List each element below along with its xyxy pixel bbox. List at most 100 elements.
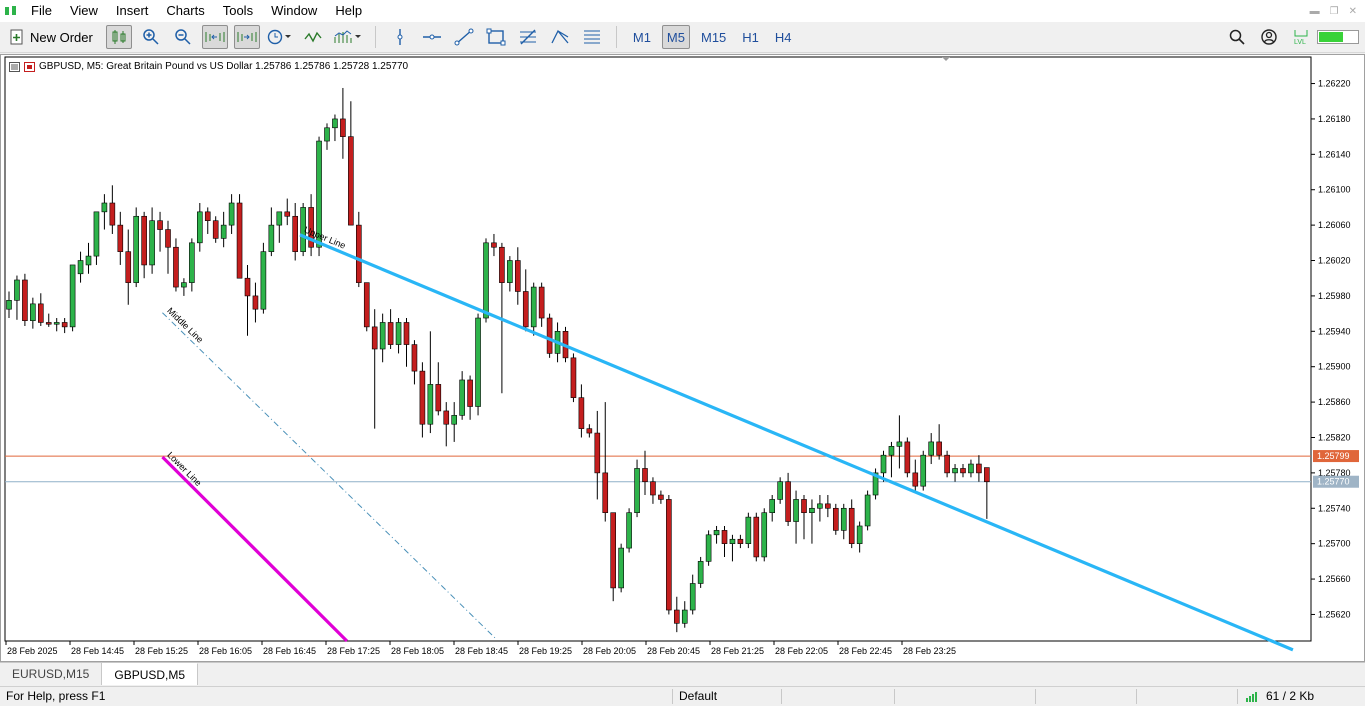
candle-body [268, 224, 275, 252]
vertical-line-icon [397, 29, 403, 45]
zoom-in-button[interactable] [138, 25, 164, 49]
price-chart[interactable]: 1.26220 1.26180 1.26140 1.26100 1.26060 1.260… [1, 55, 1364, 661]
timeframe-h1[interactable]: H1 [737, 25, 764, 49]
candle-body [594, 432, 601, 474]
candlestick-chart-button[interactable] [105, 25, 132, 49]
signal-level-button[interactable]: LVL [1288, 25, 1314, 49]
periodicity-button[interactable] [266, 25, 294, 49]
candle-body [85, 255, 92, 266]
menu-insert[interactable]: Insert [107, 0, 158, 22]
candle-body [459, 379, 465, 416]
zoom-out-button[interactable] [170, 25, 196, 49]
candle-body [642, 468, 648, 483]
candle-body [840, 507, 847, 531]
x-tick-label: 28 Feb 20:05 [583, 646, 636, 656]
menu-tools[interactable]: Tools [214, 0, 262, 22]
timeframe-h4[interactable]: H4 [770, 25, 797, 49]
menu-help[interactable]: Help [326, 0, 371, 22]
candle-body [745, 516, 752, 544]
chart-menu-icon[interactable] [9, 61, 20, 72]
fibonacci-tool[interactable] [515, 25, 541, 49]
toolbar-separator [615, 26, 617, 48]
candle-body [77, 260, 84, 275]
candle-body [355, 224, 362, 283]
candle-body [658, 494, 664, 500]
auto-scroll-button[interactable] [201, 25, 228, 49]
candle-body [721, 530, 728, 544]
chart-templates-button[interactable] [332, 25, 364, 49]
pitchfork-tool[interactable] [547, 25, 573, 49]
candle-body [284, 211, 291, 217]
new-order-icon [10, 29, 23, 45]
candle-body [204, 211, 211, 221]
bid-price-tag: 1.25799 [1317, 451, 1350, 461]
chart-shift-icon [237, 32, 257, 42]
status-connection[interactable]: 61 / 2 Kb [1238, 687, 1314, 706]
close-icon[interactable]: ✕ [1349, 6, 1357, 17]
candle-body [165, 229, 171, 248]
shapes-tool[interactable] [483, 25, 509, 49]
candle-body [888, 446, 895, 456]
y-tick-label: 1.26060 [1318, 220, 1351, 230]
trend-line-tool[interactable] [451, 25, 477, 49]
timeframe-m15[interactable]: M15 [696, 25, 731, 49]
candle-body [387, 322, 394, 345]
candle-body [586, 428, 593, 434]
x-tick-label: 28 Feb 23:25 [903, 646, 956, 656]
candle-body [117, 224, 124, 252]
candle-body [634, 468, 640, 513]
candle-body [864, 494, 871, 527]
menu-charts[interactable]: Charts [157, 0, 213, 22]
candle-body [371, 326, 378, 350]
signal-bars-icon [1246, 691, 1257, 702]
candle-body [149, 220, 155, 266]
new-order-button[interactable]: New Order [3, 25, 100, 49]
channels-tool[interactable] [579, 25, 605, 49]
candle-body [6, 300, 12, 310]
vertical-line-tool[interactable] [387, 25, 413, 49]
minimize-icon[interactable]: ▬ [1310, 6, 1320, 17]
chart-properties-icon[interactable] [24, 61, 35, 72]
menu-window[interactable]: Window [262, 0, 326, 22]
tab-gbpusd-m5[interactable]: GBPUSD,M5 [102, 663, 199, 685]
candle-body [22, 279, 28, 321]
chart-shift-button[interactable] [233, 25, 260, 49]
tab-eurusd-m15[interactable]: EURUSD,M15 [0, 663, 103, 685]
candle-body [443, 410, 450, 425]
timeframe-m5[interactable]: M5 [661, 25, 690, 49]
menu-file[interactable]: File [22, 0, 61, 22]
search-button[interactable] [1224, 25, 1250, 49]
x-tick-label: 28 Feb 22:05 [775, 646, 828, 656]
x-tick-label: 28 Feb 17:25 [327, 646, 380, 656]
candle-body [697, 561, 704, 584]
y-tick-label: 1.25660 [1318, 574, 1351, 584]
candle-body [817, 503, 823, 509]
account-button[interactable] [1256, 25, 1282, 49]
x-tick-label: 28 Feb 19:25 [519, 646, 572, 656]
candle-body [944, 454, 950, 474]
candle-body [276, 211, 283, 226]
candle-body [324, 127, 330, 142]
candle-body [45, 322, 52, 325]
restore-icon[interactable]: ❐ [1330, 6, 1339, 17]
status-empty-cell [1036, 687, 1136, 706]
timeframe-m1[interactable]: M1 [628, 25, 656, 49]
app-logo-icon[interactable] [0, 0, 22, 22]
menu-view[interactable]: View [61, 0, 107, 22]
status-profile[interactable]: Default [673, 687, 781, 706]
candle-body [968, 463, 974, 474]
candle-body [133, 215, 139, 283]
y-tick-label: 1.25620 [1318, 609, 1351, 619]
toolbar-separator [374, 26, 376, 48]
indicators-button[interactable] [300, 25, 326, 49]
candle-body [332, 118, 338, 129]
y-tick-label: 1.26220 [1318, 79, 1351, 89]
x-tick-label: 28 Feb 22:45 [839, 646, 892, 656]
x-tick-label: 28 Feb 20:45 [647, 646, 700, 656]
candle-body [491, 242, 497, 248]
candle-body [904, 441, 911, 474]
status-help-text: For Help, press F1 [6, 688, 106, 703]
horizontal-line-tool[interactable] [419, 25, 445, 49]
candle-body [141, 215, 147, 266]
chart-window[interactable]: 1.26220 1.26180 1.26140 1.26100 1.26060 1.260… [0, 54, 1365, 662]
